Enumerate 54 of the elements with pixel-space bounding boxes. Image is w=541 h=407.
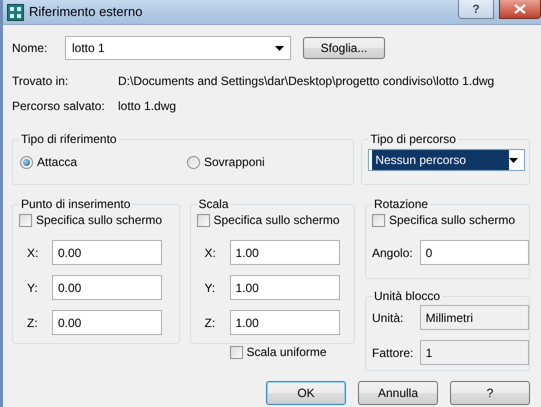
checkbox-label[interactable]: Specifica sullo schermo <box>389 211 516 229</box>
browse-button[interactable]: Sfoglia... <box>303 37 385 59</box>
radio-button[interactable] <box>187 156 200 168</box>
text-field[interactable]: 0 <box>420 240 529 265</box>
window-title: Riferimento esterno <box>29 3 142 22</box>
help-button[interactable]: ? <box>458 0 494 19</box>
checkbox[interactable] <box>372 214 385 226</box>
field-label: Percorso salvato: <box>12 98 106 115</box>
group-title: Rotazione <box>372 197 430 211</box>
path-text: lotto 1.dwg <box>118 98 176 115</box>
field-label: Y: <box>204 280 216 296</box>
caret-icon <box>509 158 518 162</box>
text-field[interactable]: 1.00 <box>230 310 340 335</box>
group-title: Unità blocco <box>372 289 442 303</box>
caret-icon <box>275 46 284 50</box>
text-field[interactable]: 0.00 <box>52 310 162 335</box>
text-field[interactable]: 0.00 <box>52 275 162 300</box>
text-field[interactable]: 1.00 <box>230 275 340 300</box>
field-label: Trovato in: <box>12 73 70 90</box>
field-label: Unità: <box>372 310 404 326</box>
group-title: Tipo di riferimento <box>19 132 119 146</box>
ok-button[interactable]: OK <box>266 381 346 405</box>
text-field: Millimetri <box>420 305 529 330</box>
group-title: Tipo di percorso <box>368 132 458 146</box>
checkbox-label[interactable]: Scala uniforme <box>246 343 327 361</box>
text-field[interactable]: 1.00 <box>230 240 340 265</box>
name-dropdown[interactable]: lotto 1 <box>65 36 291 60</box>
field-label: Nome: <box>12 40 48 57</box>
checkbox[interactable] <box>230 346 242 358</box>
radio-label[interactable]: Attacca <box>37 153 78 171</box>
field-label: Z: <box>26 314 39 332</box>
text-field[interactable]: 0.00 <box>52 240 162 265</box>
path-type-dropdown[interactable]: Nessun percorso <box>368 149 525 171</box>
field-label: Fattore: <box>372 344 414 362</box>
cancel-button[interactable]: Annulla <box>358 381 438 405</box>
checkbox-label[interactable]: Specifica sullo schermo <box>36 211 162 229</box>
group-title: Scala <box>196 197 231 211</box>
radio-label[interactable]: Sovrapponi <box>204 153 265 171</box>
field-label: Angolo: <box>372 244 414 262</box>
close-icon <box>514 4 526 14</box>
field-label: X: <box>26 244 40 262</box>
text-field: 1 <box>420 340 529 365</box>
checkbox[interactable] <box>196 214 210 226</box>
checkbox[interactable] <box>19 214 32 226</box>
path-text: D:\Documents and Settings\dar\Desktop\progetto condiviso\lotto 1.dwg <box>118 73 494 90</box>
radio-button[interactable] <box>20 156 33 168</box>
field-label: X: <box>204 244 217 262</box>
help-button[interactable]: ? <box>450 381 530 405</box>
group-title: Punto di inserimento <box>19 197 132 211</box>
close-button[interactable] <box>499 0 541 19</box>
field-label: Y: <box>26 280 39 296</box>
checkbox-label[interactable]: Specifica sullo schermo <box>214 211 340 229</box>
app-icon <box>7 4 24 20</box>
field-label: Z: <box>204 314 216 332</box>
